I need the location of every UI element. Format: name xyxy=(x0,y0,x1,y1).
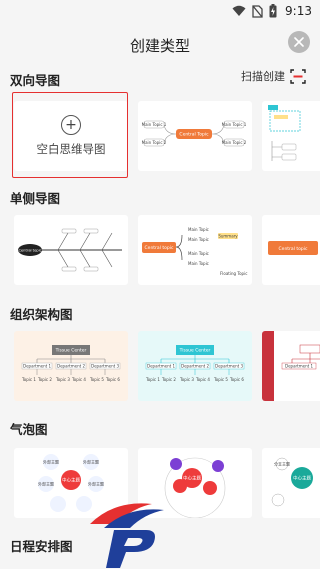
template-card-fishbone[interactable]: Central topic xyxy=(14,215,128,285)
svg-text:Central topic: Central topic xyxy=(279,246,308,252)
scan-create-button[interactable]: 扫描创建 xyxy=(241,68,306,84)
section-title-bidirectional: 双向导图 xyxy=(10,73,61,88)
battery-charging-icon xyxy=(269,4,277,18)
section-title-bubble: 气泡图 xyxy=(10,422,48,437)
row-one-sided: Central topic Central topic Main Topic M… xyxy=(10,215,320,285)
svg-text:Topic 4: Topic 4 xyxy=(195,377,210,382)
status-icons: 9:13 xyxy=(232,4,312,18)
template-card-bidirectional-1[interactable]: Central Topic Main Topic 1 Main Topic 2 … xyxy=(138,101,252,171)
svg-text:Department 1: Department 1 xyxy=(147,364,175,369)
svg-text:Topic 2: Topic 2 xyxy=(161,377,176,382)
svg-text:Main Topic: Main Topic xyxy=(188,251,209,256)
template-thumbnail xyxy=(268,105,301,161)
selected-card-highlight xyxy=(12,92,128,178)
template-card-right-map[interactable]: Central topic xyxy=(262,215,320,285)
svg-text:Tissue Center: Tissue Center xyxy=(179,348,211,354)
svg-text:Topic 3: Topic 3 xyxy=(179,377,194,382)
section-title-schedule: 日程安排图 xyxy=(10,539,73,554)
svg-text:Department 1: Department 1 xyxy=(23,364,51,369)
template-thumbnail: Central topic xyxy=(268,241,318,255)
template-card-bubble-3[interactable]: 中心主题 分支主题 xyxy=(262,448,320,518)
svg-text:Main Topic 1: Main Topic 1 xyxy=(222,122,247,127)
svg-text:Topic 6: Topic 6 xyxy=(105,377,120,382)
svg-text:中心主题: 中心主题 xyxy=(62,477,80,484)
template-card-org-cyan[interactable]: Tissue Center Department 1 Department 2 … xyxy=(138,331,252,401)
svg-text:Tissue Center: Tissue Center xyxy=(55,348,87,354)
scan-icon xyxy=(290,68,306,84)
template-thumbnail: Central Topic Main Topic 1 Main Topic 2 … xyxy=(142,120,247,147)
template-thumbnail: Tissue Center Department 1 Department 2 … xyxy=(145,345,244,382)
svg-text:Topic 6: Topic 6 xyxy=(229,377,244,382)
template-thumbnail: 中心主题 分支主题 xyxy=(271,457,313,507)
svg-text:中心主题: 中心主题 xyxy=(183,475,201,482)
close-icon xyxy=(294,37,304,47)
svg-text:外部主题: 外部主题 xyxy=(83,459,99,465)
svg-text:Topic 5: Topic 5 xyxy=(213,377,228,382)
svg-text:Main Topic 2: Main Topic 2 xyxy=(222,140,247,145)
svg-text:Main Topic 1: Main Topic 1 xyxy=(142,122,167,127)
svg-text:Main Topic: Main Topic xyxy=(188,237,209,242)
template-card-bidirectional-2[interactable] xyxy=(262,101,320,171)
svg-text:Department 2: Department 2 xyxy=(57,364,85,369)
svg-text:外部主题: 外部主题 xyxy=(43,459,59,465)
svg-text:Department 3: Department 3 xyxy=(91,364,119,369)
svg-text:Department 1: Department 1 xyxy=(285,364,313,369)
no-sim-icon xyxy=(252,4,263,18)
svg-text:Summary: Summary xyxy=(218,234,238,239)
header: 创建类型 xyxy=(0,24,320,66)
svg-text:Department 3: Department 3 xyxy=(215,364,243,369)
svg-text:Main Topic: Main Topic xyxy=(188,261,209,266)
page-title: 创建类型 xyxy=(129,37,190,55)
svg-text:中心主题: 中心主题 xyxy=(293,475,311,482)
wifi-icon xyxy=(232,5,246,16)
svg-text:Main Topic: Main Topic xyxy=(188,227,209,232)
template-thumbnail: Department 1 xyxy=(262,331,320,401)
template-thumbnail: Central topic xyxy=(18,228,122,272)
svg-text:Topic 2: Topic 2 xyxy=(37,377,52,382)
template-card-org-gray[interactable]: Tissue Center Department 1 Department 2 … xyxy=(14,331,128,401)
svg-text:分支主题: 分支主题 xyxy=(274,461,290,467)
svg-text:外部主题: 外部主题 xyxy=(38,481,54,487)
scan-create-label: 扫描创建 xyxy=(241,70,285,83)
svg-text:Topic 4: Topic 4 xyxy=(71,377,86,382)
svg-text:Central topic: Central topic xyxy=(18,249,41,253)
watermark-logo xyxy=(90,503,164,568)
svg-text:Topic 1: Topic 1 xyxy=(21,377,36,382)
svg-text:Central Topic: Central Topic xyxy=(179,132,209,138)
status-bar: 9:13 xyxy=(0,0,320,24)
template-thumbnail: Tissue Center Department 1 Department 2 … xyxy=(21,345,120,382)
template-thumbnail: Central topic Main Topic Main Topic Main… xyxy=(142,227,247,276)
template-card-logic[interactable]: Central topic Main Topic Main Topic Main… xyxy=(138,215,252,285)
svg-text:Topic 3: Topic 3 xyxy=(55,377,70,382)
status-time: 9:13 xyxy=(285,4,312,18)
svg-text:Department 2: Department 2 xyxy=(181,364,209,369)
section-title-one-sided: 单侧导图 xyxy=(10,191,61,206)
svg-text:Topic 1: Topic 1 xyxy=(145,377,160,382)
row-org-chart: Tissue Center Department 1 Department 2 … xyxy=(10,331,320,401)
svg-text:外部主题: 外部主题 xyxy=(88,481,104,487)
svg-text:Main Topic 2: Main Topic 2 xyxy=(142,140,167,145)
section-title-org-chart: 组织架构图 xyxy=(10,307,73,322)
svg-text:Topic 5: Topic 5 xyxy=(89,377,104,382)
template-card-org-red[interactable]: Department 1 xyxy=(262,331,320,401)
svg-text:Floating Topic: Floating Topic xyxy=(220,271,247,276)
svg-text:Central topic: Central topic xyxy=(145,245,174,251)
close-button[interactable] xyxy=(288,31,310,53)
